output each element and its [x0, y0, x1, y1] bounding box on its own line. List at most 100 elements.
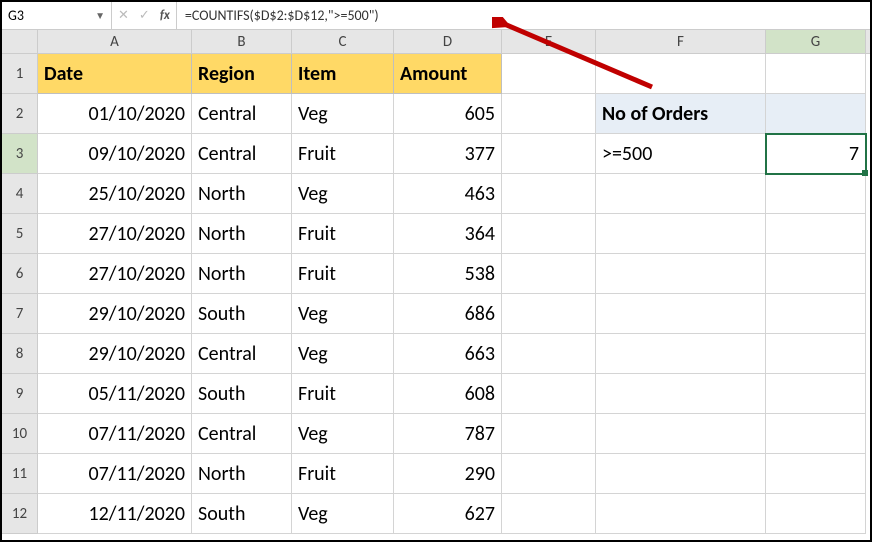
cell-G1[interactable]: [766, 54, 866, 94]
cell-F9[interactable]: [596, 374, 766, 414]
cell-B1[interactable]: Region: [192, 54, 292, 94]
formula-input[interactable]: =COUNTIFS($D$2:$D$12,">=500"): [177, 2, 870, 29]
cell-A2[interactable]: 01/10/2020: [38, 94, 192, 134]
cell-E3[interactable]: [502, 134, 596, 174]
cell-A6[interactable]: 27/10/2020: [38, 254, 192, 294]
cell-D2[interactable]: 605: [394, 94, 502, 134]
row-header[interactable]: 12: [2, 494, 38, 534]
cell-G6[interactable]: [766, 254, 866, 294]
cell-F6[interactable]: [596, 254, 766, 294]
cell-E2[interactable]: [502, 94, 596, 134]
cell-G10[interactable]: [766, 414, 866, 454]
cell-C5[interactable]: Fruit: [292, 214, 394, 254]
cell-E7[interactable]: [502, 294, 596, 334]
cell-D9[interactable]: 608: [394, 374, 502, 414]
cell-E5[interactable]: [502, 214, 596, 254]
cell-A9[interactable]: 05/11/2020: [38, 374, 192, 414]
cell-F4[interactable]: [596, 174, 766, 214]
cell-C7[interactable]: Veg: [292, 294, 394, 334]
col-header-F[interactable]: F: [596, 30, 766, 53]
name-box[interactable]: G3 ▼: [2, 2, 112, 29]
row-header[interactable]: 3: [2, 134, 38, 174]
col-header-A[interactable]: A: [38, 30, 192, 53]
row-header[interactable]: 4: [2, 174, 38, 214]
cell-A11[interactable]: 07/11/2020: [38, 454, 192, 494]
fx-icon[interactable]: fx: [160, 8, 170, 23]
cell-B4[interactable]: North: [192, 174, 292, 214]
cell-A5[interactable]: 27/10/2020: [38, 214, 192, 254]
cell-C2[interactable]: Veg: [292, 94, 394, 134]
cell-E8[interactable]: [502, 334, 596, 374]
cell-F1[interactable]: [596, 54, 766, 94]
cell-B12[interactable]: South: [192, 494, 292, 534]
cell-B5[interactable]: North: [192, 214, 292, 254]
cell-C12[interactable]: Veg: [292, 494, 394, 534]
cell-E1[interactable]: [502, 54, 596, 94]
cell-G12[interactable]: [766, 494, 866, 534]
cell-F8[interactable]: [596, 334, 766, 374]
cell-D1[interactable]: Amount: [394, 54, 502, 94]
cell-D10[interactable]: 787: [394, 414, 502, 454]
cell-A12[interactable]: 12/11/2020: [38, 494, 192, 534]
col-header-E[interactable]: E: [502, 30, 596, 53]
cell-G2[interactable]: [766, 94, 866, 134]
cell-A8[interactable]: 29/10/2020: [38, 334, 192, 374]
cell-C6[interactable]: Fruit: [292, 254, 394, 294]
cell-A3[interactable]: 09/10/2020: [38, 134, 192, 174]
cell-G7[interactable]: [766, 294, 866, 334]
cancel-icon[interactable]: ✕: [118, 8, 129, 23]
col-header-B[interactable]: B: [192, 30, 292, 53]
select-all-corner[interactable]: [2, 30, 38, 53]
cell-B7[interactable]: South: [192, 294, 292, 334]
cell-C4[interactable]: Veg: [292, 174, 394, 214]
col-header-C[interactable]: C: [292, 30, 394, 53]
cell-G5[interactable]: [766, 214, 866, 254]
cell-D11[interactable]: 290: [394, 454, 502, 494]
cell-C11[interactable]: Fruit: [292, 454, 394, 494]
cell-E6[interactable]: [502, 254, 596, 294]
row-header[interactable]: 9: [2, 374, 38, 414]
cell-C9[interactable]: Fruit: [292, 374, 394, 414]
cell-B10[interactable]: Central: [192, 414, 292, 454]
cell-G8[interactable]: [766, 334, 866, 374]
cell-E12[interactable]: [502, 494, 596, 534]
cell-B9[interactable]: South: [192, 374, 292, 414]
cell-G3[interactable]: 7: [766, 134, 866, 174]
cell-F7[interactable]: [596, 294, 766, 334]
cell-E11[interactable]: [502, 454, 596, 494]
cell-D7[interactable]: 686: [394, 294, 502, 334]
cell-G11[interactable]: [766, 454, 866, 494]
cell-D4[interactable]: 463: [394, 174, 502, 214]
row-header[interactable]: 1: [2, 54, 38, 94]
cell-F10[interactable]: [596, 414, 766, 454]
row-header[interactable]: 2: [2, 94, 38, 134]
cell-F3[interactable]: >=500: [596, 134, 766, 174]
cell-D6[interactable]: 538: [394, 254, 502, 294]
row-header[interactable]: 11: [2, 454, 38, 494]
cell-C1[interactable]: Item: [292, 54, 394, 94]
cell-B11[interactable]: North: [192, 454, 292, 494]
row-header[interactable]: 8: [2, 334, 38, 374]
cell-E9[interactable]: [502, 374, 596, 414]
cell-G4[interactable]: [766, 174, 866, 214]
cell-F11[interactable]: [596, 454, 766, 494]
row-header[interactable]: 7: [2, 294, 38, 334]
cell-E4[interactable]: [502, 174, 596, 214]
cell-B2[interactable]: Central: [192, 94, 292, 134]
col-header-G[interactable]: G: [766, 30, 866, 53]
cell-B8[interactable]: Central: [192, 334, 292, 374]
cell-A10[interactable]: 07/11/2020: [38, 414, 192, 454]
row-header[interactable]: 10: [2, 414, 38, 454]
cell-G9[interactable]: [766, 374, 866, 414]
cell-D5[interactable]: 364: [394, 214, 502, 254]
cell-A4[interactable]: 25/10/2020: [38, 174, 192, 214]
cell-D12[interactable]: 627: [394, 494, 502, 534]
enter-icon[interactable]: ✓: [139, 8, 150, 23]
cell-D3[interactable]: 377: [394, 134, 502, 174]
cell-C3[interactable]: Fruit: [292, 134, 394, 174]
cell-C8[interactable]: Veg: [292, 334, 394, 374]
cell-B3[interactable]: Central: [192, 134, 292, 174]
cell-F5[interactable]: [596, 214, 766, 254]
cell-A1[interactable]: Date: [38, 54, 192, 94]
cell-E10[interactable]: [502, 414, 596, 454]
